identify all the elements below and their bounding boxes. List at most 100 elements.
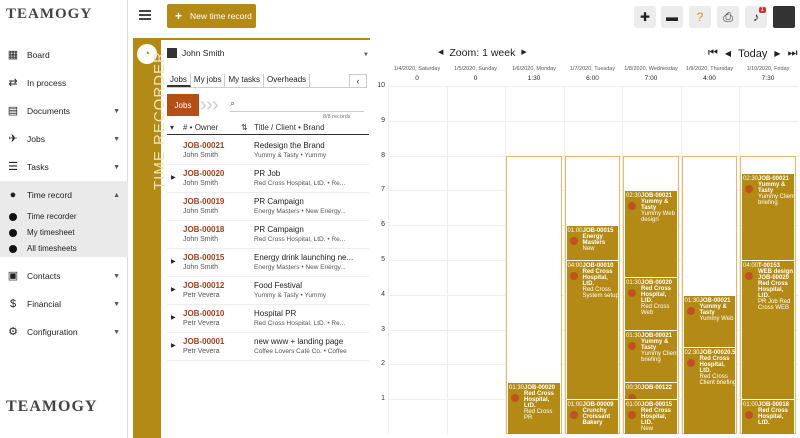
entry-subtitle: Yummy Client briefing [758, 194, 794, 206]
sidebar-item-configuration[interactable]: ⚙ Configuration ▼ [0, 318, 128, 346]
job-number[interactable]: JOB-00010 [183, 309, 224, 318]
plus-icon: ✚ [639, 10, 651, 24]
sort-icon[interactable]: ▾ [170, 123, 174, 132]
brand-logo: TEAMOGY [6, 6, 93, 22]
expand-icon[interactable]: ▶ [171, 174, 176, 181]
column-title[interactable]: Title / Client • Brand [254, 123, 325, 132]
submenu-all-timesheets[interactable]: All timesheets [0, 241, 128, 257]
sidebar-item-board[interactable]: ▦ Board [0, 41, 128, 69]
clock-icon [628, 289, 636, 298]
time-entry[interactable]: 01:00 JOB-00018 Red Cross Hospital, LtD. [742, 399, 794, 434]
table-row[interactable]: ▶ JOB-00015 John Smith Energy drink launchi… [167, 249, 369, 277]
tab-my-jobs[interactable]: My jobs [191, 74, 226, 87]
entry-subtitle: Yummy Web [699, 315, 734, 322]
clock-icon [9, 229, 17, 237]
job-owner: John Smith [183, 208, 219, 215]
avatar[interactable] [773, 6, 795, 28]
jobs-filter-button[interactable]: Jobs [167, 94, 199, 116]
job-number[interactable]: JOB-00015 [183, 253, 224, 262]
sort-icon[interactable]: ⇅ [241, 123, 248, 132]
day-date: 1/5/2020, Sunday [453, 66, 498, 72]
entry-text: JOB-00021 Yummy & Tasty Yummy Client bri… [641, 333, 677, 363]
time-entry[interactable]: 01:30 JOB-00020 Red Cross Hospital, LtD. … [508, 381, 560, 434]
job-client: Coffee Lovers Café Co. • Coffee [254, 348, 347, 355]
job-number[interactable]: JOB-00018 [183, 225, 224, 234]
job-number[interactable]: JOB-00012 [183, 281, 224, 290]
sidebar-item-time-record[interactable]: ● Time record ▲ [0, 181, 128, 209]
submenu-my-timesheet[interactable]: My timesheet [0, 225, 128, 241]
prev-icon[interactable]: ◀ [725, 49, 731, 58]
day-column[interactable] [388, 86, 446, 434]
entry-duration: 02:30 [743, 176, 759, 182]
sidebar-item-financial[interactable]: $ Financial ▼ [0, 290, 128, 318]
clock-icon [745, 272, 753, 280]
today-button[interactable]: Today [738, 48, 767, 60]
notifications-button[interactable]: ♪ 1 [745, 6, 767, 28]
brand-logo-footer: TEAMOGY [6, 398, 98, 415]
sidebar-item-documents[interactable]: ▤ Documents ▼ [0, 97, 128, 125]
chevron-left-icon[interactable]: ◀ [438, 47, 443, 59]
tab-jobs[interactable]: Jobs [167, 74, 191, 87]
entry-text: JOB-00010 Red Cross Hospital, LtD. Red C… [583, 263, 619, 299]
chevron-down-icon[interactable]: ▼ [363, 52, 369, 58]
submenu-time-recorder[interactable]: Time recorder [0, 209, 128, 225]
job-number[interactable]: JOB-00019 [183, 197, 224, 206]
expand-icon[interactable]: ▶ [171, 258, 176, 265]
time-entry[interactable]: 01:30 JOB-00021 Yummy & Tasty Yummy Clien… [625, 329, 677, 382]
table-row[interactable]: JOB-00021 John Smith Redesign the Brand Yum… [167, 137, 369, 165]
table-row[interactable]: ▶ JOB-00001 Petr Vevera new www + landing p… [167, 333, 369, 361]
add-button[interactable]: ✚ [634, 6, 656, 28]
help-button[interactable]: ? [689, 6, 711, 28]
zoom-control[interactable]: ◀ Zoom: 1 week ▶ [438, 47, 527, 59]
expand-icon[interactable]: ▶ [171, 342, 176, 349]
time-entry[interactable]: 01:00 JOB-00009 Crunchy Croissant Bakery [566, 399, 618, 434]
table-row[interactable]: ▶ JOB-00012 Petr Vevera Food Festival Yummy … [167, 277, 369, 305]
sidebar-item-jobs[interactable]: ✈ Jobs ▼ [0, 125, 128, 153]
time-entry[interactable]: 02:30 JOB-00020.5 Red Cross Hospital, LtD… [683, 347, 735, 434]
notes-button[interactable]: ▬ [661, 6, 683, 28]
tab-overheads[interactable]: Overheads [264, 74, 311, 87]
time-entry[interactable]: 02:30 JOB-00021 Yummy & Tasty Yummy Clien… [742, 173, 794, 260]
plus-icon: + [175, 9, 183, 23]
day-column[interactable] [446, 86, 505, 434]
day-hours-total: 6:00 [586, 75, 599, 82]
time-entry[interactable]: 04:00 T-00153 WEB design JOB-00020 Red Cr… [742, 260, 794, 400]
entry-subtitle: New [582, 246, 595, 253]
job-number[interactable]: JOB-00020 [183, 169, 224, 178]
column-owner[interactable]: # • Owner [183, 123, 218, 132]
time-entry[interactable]: 01:30 JOB-00021 Yummy & Tasty Yummy Web [683, 294, 735, 347]
chevron-right-icon[interactable]: ▶ [521, 47, 526, 59]
time-entry[interactable]: 02:30 JOB-00021 Yummy & Tasty Yummy Web d… [625, 190, 677, 278]
table-row[interactable]: ▶ JOB-00020 John Smith PR Job Red Cross Hosp… [167, 165, 369, 193]
sidebar-item-tasks[interactable]: ☰ Tasks ▼ [0, 153, 128, 181]
help-icon: ? [696, 10, 704, 24]
first-page-icon[interactable]: ⏮ [708, 47, 718, 60]
hamburger-menu-icon[interactable] [139, 10, 151, 20]
expand-icon[interactable]: ▶ [171, 314, 176, 321]
last-page-icon[interactable]: ⏭ [788, 47, 798, 60]
time-entry[interactable]: 01:30 JOB-00020 Red Cross Hospital, LtD. … [625, 277, 677, 330]
time-entry[interactable]: 00:30 JOB-00122 [625, 381, 677, 400]
job-client: Energy Masters • New Energy... [254, 264, 346, 271]
expand-icon[interactable]: ▶ [171, 286, 176, 293]
search-input[interactable]: ⌕ [230, 98, 364, 112]
job-number[interactable]: JOB-00021 [183, 141, 224, 150]
time-entry[interactable]: 04:00 JOB-00010 Red Cross Hospital, LtD. … [566, 260, 619, 400]
user-select[interactable]: John Smith [167, 48, 225, 58]
next-icon[interactable]: ▶ [774, 49, 780, 58]
time-entry[interactable]: 01:00 JOB-00015 Red Cross Hospital, LtD. … [625, 399, 677, 434]
table-row[interactable]: JOB-00018 John Smith PR Campaign Red Cross … [167, 221, 369, 249]
new-time-record-button[interactable]: + New time record [167, 4, 256, 28]
dollar-icon: $ [9, 298, 17, 310]
day-date: 1/7/2020, Tuesday [569, 66, 616, 72]
time-entry[interactable]: 01:00 JOB-00015 Energy Masters New [566, 225, 618, 260]
print-button[interactable]: ⎙ [717, 6, 739, 28]
table-row[interactable]: JOB-00019 John Smith PR Campaign Energy Mas… [167, 193, 369, 221]
collapse-chevron-icon[interactable]: ‹ [349, 74, 367, 88]
job-number[interactable]: JOB-00001 [183, 337, 224, 346]
tab-my-tasks[interactable]: My tasks [225, 74, 265, 87]
sidebar-item-in-process[interactable]: ⇄ In process [0, 69, 128, 97]
day-hours-total: 4:00 [703, 75, 716, 82]
table-row[interactable]: ▶ JOB-00010 Petr Vevera Hospital PR Red Cros… [167, 305, 369, 333]
sidebar-item-contacts[interactable]: ▣ Contacts ▼ [0, 262, 128, 290]
